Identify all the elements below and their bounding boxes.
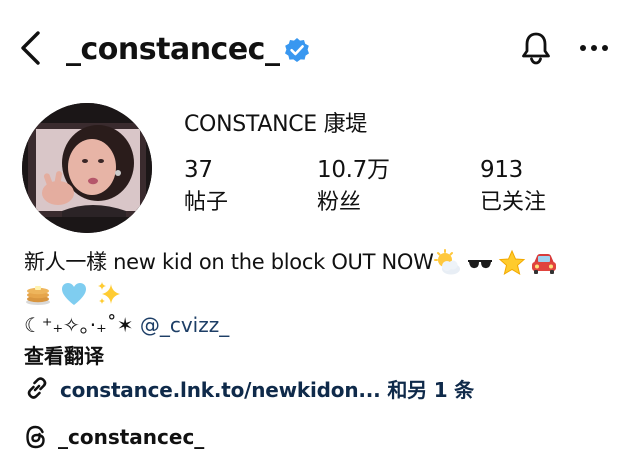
verified-badge-icon xyxy=(285,38,309,62)
bio-text: 新人一樣 new kid on the block OUT NOW xyxy=(24,250,434,274)
see-translation-button[interactable]: 查看翻译 xyxy=(24,340,624,372)
sunglasses-icon xyxy=(467,260,492,269)
avatar[interactable] xyxy=(22,103,152,233)
profile-username: _constancec_ xyxy=(66,32,280,67)
more-options-button[interactable] xyxy=(572,30,616,66)
following-count: 913 xyxy=(480,157,523,183)
threads-username: _constancec_ xyxy=(58,425,205,449)
bell-icon xyxy=(522,32,550,65)
following-label: 已关注 xyxy=(480,190,547,215)
profile-page: _constancec_ CONSTANCE 康堤 37 帖子 10.7万 粉丝… xyxy=(0,0,640,472)
bio-emoji-line xyxy=(24,278,624,310)
profile-bio: 新人一樣 new kid on the block OUT NOW ☾⁺₊✧｡·… xyxy=(24,246,624,372)
sun-behind-cloud-icon xyxy=(433,249,460,275)
bio-line: 新人一樣 new kid on the block OUT NOW xyxy=(24,246,624,278)
link-icon xyxy=(27,377,47,399)
sparkles-icon xyxy=(98,282,120,304)
threads-badge[interactable]: _constancec_ xyxy=(24,420,204,454)
avatar-photo xyxy=(22,103,152,233)
profile-link-text[interactable]: constance.lnk.to/newkidon... 和另 1 条 xyxy=(60,374,474,403)
profile-display-name: CONSTANCE 康堤 xyxy=(184,112,367,137)
star-icon xyxy=(498,249,525,276)
notifications-button[interactable] xyxy=(516,28,556,68)
followers-stat[interactable]: 10.7万 粉丝 xyxy=(317,155,390,219)
posts-stat[interactable]: 37 帖子 xyxy=(184,155,228,219)
mention-link[interactable]: @_cvizz_ xyxy=(140,313,229,337)
back-button[interactable] xyxy=(10,26,50,70)
pancakes-icon xyxy=(26,286,50,305)
followers-label: 粉丝 xyxy=(317,190,362,215)
followers-count: 10.7万 xyxy=(317,157,390,183)
chevron-left-icon xyxy=(21,31,40,65)
bio-mention-line: ☾⁺₊✧｡·₊˚✶ @_cvizz_ xyxy=(24,310,624,340)
profile-link[interactable]: constance.lnk.to/newkidon... 和另 1 条 xyxy=(24,372,474,404)
car-icon xyxy=(531,254,556,274)
more-horizontal-icon xyxy=(580,45,608,51)
posts-label: 帖子 xyxy=(184,190,229,215)
posts-count: 37 xyxy=(184,157,213,183)
bio-decoration: ☾⁺₊✧｡·₊˚✶ xyxy=(24,313,134,337)
threads-icon xyxy=(26,425,45,449)
light-blue-heart-icon xyxy=(62,283,86,305)
profile-header: _constancec_ xyxy=(0,18,640,80)
following-stat[interactable]: 913 已关注 xyxy=(480,155,546,219)
